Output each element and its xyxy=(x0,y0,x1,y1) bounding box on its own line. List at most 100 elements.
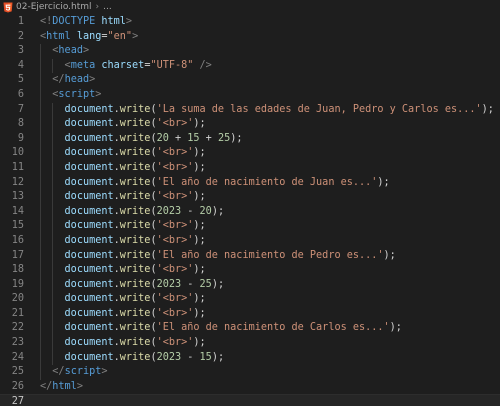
token-punct xyxy=(40,220,65,231)
code-text[interactable]: </html> xyxy=(40,380,83,395)
code-text[interactable]: </head> xyxy=(40,73,95,88)
breadcrumb-ellipsis[interactable]: ... xyxy=(103,2,112,12)
code-line[interactable]: 6 <script> xyxy=(0,87,500,103)
code-line[interactable]: 1 <!DOCTYPE html> xyxy=(0,15,500,30)
code-text[interactable]: document.write('El año de nacimiento de … xyxy=(40,176,390,191)
token-fn: write xyxy=(119,234,151,246)
code-line[interactable]: 19 document.write(2023 - 25); xyxy=(0,277,500,293)
token-punct xyxy=(40,206,65,217)
breadcrumb[interactable]: 02-Ejercicio.html › ... xyxy=(0,0,500,14)
token-fn: write xyxy=(119,118,151,130)
code-text[interactable]: document.write('<br>'); xyxy=(40,234,206,249)
token-fn: write xyxy=(119,351,151,363)
code-text[interactable]: document.write('<br>'); xyxy=(40,292,206,307)
code-line[interactable]: 11 document.write('<br>'); xyxy=(0,160,500,176)
code-line[interactable]: 18 document.write('<br>'); xyxy=(0,263,500,278)
token-punct xyxy=(40,235,65,246)
code-line[interactable]: 24 document.write(2023 - 15); xyxy=(0,350,500,366)
line-number: 23 xyxy=(11,337,24,349)
code-line[interactable]: 10 document.write('<br>'); xyxy=(0,146,500,161)
token-str: "en" xyxy=(107,30,133,42)
token-punct: ); xyxy=(193,337,206,349)
code-text[interactable]: document.write('<br>'); xyxy=(40,336,206,351)
code-text[interactable]: document.write('<br>'); xyxy=(40,307,206,322)
breadcrumb-separator: › xyxy=(95,2,100,12)
token-obj: document xyxy=(64,337,114,349)
token-punct xyxy=(40,250,65,261)
code-text[interactable]: document.write(2023 - 20); xyxy=(40,205,225,220)
code-text[interactable]: document.write('La suma de las edades de… xyxy=(40,103,494,118)
code-line[interactable]: 7 document.write('La suma de las edades … xyxy=(0,102,500,118)
token-fn: write xyxy=(119,322,151,334)
token-str: '<br>' xyxy=(156,191,194,203)
code-line[interactable]: 9 document.write(20 + 15 + 25); xyxy=(0,131,500,147)
code-line[interactable]: 5 </head> xyxy=(0,73,500,88)
token-fn: write xyxy=(119,249,151,261)
code-line[interactable]: 13 document.write('<br>'); xyxy=(0,190,500,205)
token-fn: write xyxy=(119,264,151,276)
code-line[interactable]: 21 document.write('<br>'); xyxy=(0,306,500,322)
code-text[interactable]: document.write('<br>'); xyxy=(40,263,206,278)
line-number: 10 xyxy=(11,147,24,159)
code-text[interactable]: <script> xyxy=(40,88,101,103)
code-text[interactable]: document.write(2023 - 15); xyxy=(40,351,225,366)
code-text[interactable]: document.write(20 + 15 + 25); xyxy=(40,132,243,147)
code-line[interactable]: 16 document.write('<br>'); xyxy=(0,233,500,249)
token-punct xyxy=(40,133,65,144)
code-line[interactable]: 26 </html> xyxy=(0,380,500,395)
code-text[interactable]: document.write('<br>'); xyxy=(40,219,206,234)
token-obj: document xyxy=(64,132,114,144)
token-fn: write xyxy=(119,132,151,144)
code-line[interactable]: 12 document.write('El año de nacimiento … xyxy=(0,175,500,191)
token-str: '<br>' xyxy=(156,264,194,276)
code-line[interactable]: 20 document.write('<br>'); xyxy=(0,292,500,307)
token-fn: write xyxy=(119,220,151,232)
token-str: '<br>' xyxy=(156,337,194,349)
code-text[interactable]: document.write('El año de nacimiento de … xyxy=(40,249,396,264)
code-line[interactable]: 14 document.write(2023 - 20); xyxy=(0,204,500,220)
token-punct xyxy=(40,293,65,304)
token-obj: document xyxy=(64,264,114,276)
token-num: 20 xyxy=(156,132,169,144)
code-line[interactable]: 27 xyxy=(0,394,500,406)
code-line[interactable]: 8 document.write('<br>'); xyxy=(0,117,500,132)
token-op: + xyxy=(168,132,188,144)
token-bracket: </ xyxy=(52,74,65,86)
code-text[interactable]: document.write('<br>'); xyxy=(40,161,206,176)
code-line[interactable]: 2 <html lang="en"> xyxy=(0,30,500,45)
code-line[interactable]: 15 document.write('<br>'); xyxy=(0,219,500,234)
code-text[interactable]: document.write('<br>'); xyxy=(40,117,206,132)
code-line[interactable]: 3 <head> xyxy=(0,44,500,59)
token-obj: document xyxy=(64,205,114,217)
code-text[interactable]: document.write(2023 - 25); xyxy=(40,278,225,293)
token-punct xyxy=(40,118,65,129)
token-attr: lang xyxy=(76,30,102,42)
code-line[interactable]: 4 <meta charset="UTF-8" /> xyxy=(0,58,500,74)
token-bracket: > xyxy=(101,366,108,378)
code-text[interactable]: </script> xyxy=(40,365,108,380)
token-punct: ); xyxy=(193,234,206,246)
code-text[interactable]: <head> xyxy=(40,44,89,59)
token-fn: write xyxy=(119,191,151,203)
token-punct: ); xyxy=(193,147,206,159)
code-text[interactable]: <meta charset="UTF-8" /> xyxy=(40,59,212,74)
code-text[interactable]: document.write('El año de nacimiento de … xyxy=(40,321,402,336)
code-text[interactable]: <!DOCTYPE html> xyxy=(40,15,132,30)
code-line[interactable]: 17 document.write('El año de nacimiento … xyxy=(0,248,500,264)
code-text[interactable]: document.write('<br>'); xyxy=(40,146,206,161)
token-num: 25 xyxy=(199,278,212,290)
token-punct: ); xyxy=(389,322,402,334)
code-text[interactable]: document.write('<br>'); xyxy=(40,190,206,205)
token-fn: write xyxy=(119,307,151,319)
token-obj: document xyxy=(64,234,114,246)
token-punct xyxy=(40,60,65,71)
breadcrumb-file-name[interactable]: 02-Ejercicio.html xyxy=(16,2,92,12)
token-tag: script xyxy=(64,366,102,378)
token-tag: script xyxy=(58,88,96,100)
code-line[interactable]: 23 document.write('<br>'); xyxy=(0,336,500,351)
code-line[interactable]: 25 </script> xyxy=(0,365,500,380)
code-text[interactable]: <html lang="en"> xyxy=(40,30,138,45)
code-line[interactable]: 22 document.write('El año de nacimiento … xyxy=(0,321,500,337)
token-str: '<br>' xyxy=(156,118,194,130)
code-editor[interactable]: 1 <!DOCTYPE html> 2 <html lang="en"> 3 <head… xyxy=(0,15,500,406)
